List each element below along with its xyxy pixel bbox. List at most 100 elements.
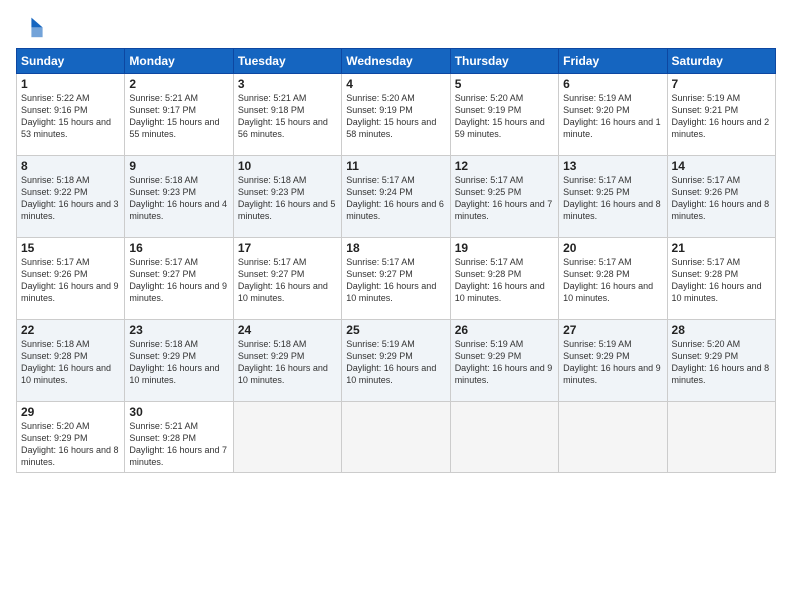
calendar-cell xyxy=(559,402,667,473)
calendar-week-row: 1Sunrise: 5:22 AMSunset: 9:16 PMDaylight… xyxy=(17,74,776,156)
header xyxy=(16,12,776,40)
calendar-cell: 13Sunrise: 5:17 AMSunset: 9:25 PMDayligh… xyxy=(559,156,667,238)
calendar-cell: 4Sunrise: 5:20 AMSunset: 9:19 PMDaylight… xyxy=(342,74,450,156)
calendar-cell: 5Sunrise: 5:20 AMSunset: 9:19 PMDaylight… xyxy=(450,74,558,156)
weekday-header: Friday xyxy=(559,49,667,74)
calendar-cell: 12Sunrise: 5:17 AMSunset: 9:25 PMDayligh… xyxy=(450,156,558,238)
day-number: 19 xyxy=(455,241,554,255)
calendar-cell: 8Sunrise: 5:18 AMSunset: 9:22 PMDaylight… xyxy=(17,156,125,238)
calendar-cell: 21Sunrise: 5:17 AMSunset: 9:28 PMDayligh… xyxy=(667,238,775,320)
calendar-week-row: 15Sunrise: 5:17 AMSunset: 9:26 PMDayligh… xyxy=(17,238,776,320)
calendar-cell: 3Sunrise: 5:21 AMSunset: 9:18 PMDaylight… xyxy=(233,74,341,156)
calendar-week-row: 22Sunrise: 5:18 AMSunset: 9:28 PMDayligh… xyxy=(17,320,776,402)
calendar-cell: 6Sunrise: 5:19 AMSunset: 9:20 PMDaylight… xyxy=(559,74,667,156)
calendar-cell: 27Sunrise: 5:19 AMSunset: 9:29 PMDayligh… xyxy=(559,320,667,402)
day-number: 13 xyxy=(563,159,662,173)
day-info: Sunrise: 5:17 AMSunset: 9:25 PMDaylight:… xyxy=(563,174,662,223)
calendar-cell: 29Sunrise: 5:20 AMSunset: 9:29 PMDayligh… xyxy=(17,402,125,473)
day-info: Sunrise: 5:19 AMSunset: 9:29 PMDaylight:… xyxy=(346,338,445,387)
day-number: 17 xyxy=(238,241,337,255)
day-info: Sunrise: 5:17 AMSunset: 9:28 PMDaylight:… xyxy=(563,256,662,305)
day-number: 8 xyxy=(21,159,120,173)
day-info: Sunrise: 5:21 AMSunset: 9:28 PMDaylight:… xyxy=(129,420,228,469)
day-number: 26 xyxy=(455,323,554,337)
day-number: 1 xyxy=(21,77,120,91)
day-number: 6 xyxy=(563,77,662,91)
day-number: 9 xyxy=(129,159,228,173)
calendar-cell xyxy=(450,402,558,473)
day-info: Sunrise: 5:17 AMSunset: 9:26 PMDaylight:… xyxy=(672,174,771,223)
day-info: Sunrise: 5:18 AMSunset: 9:29 PMDaylight:… xyxy=(129,338,228,387)
calendar-cell: 17Sunrise: 5:17 AMSunset: 9:27 PMDayligh… xyxy=(233,238,341,320)
weekday-header: Thursday xyxy=(450,49,558,74)
day-number: 16 xyxy=(129,241,228,255)
weekday-header-row: SundayMondayTuesdayWednesdayThursdayFrid… xyxy=(17,49,776,74)
day-info: Sunrise: 5:17 AMSunset: 9:27 PMDaylight:… xyxy=(129,256,228,305)
calendar-cell: 28Sunrise: 5:20 AMSunset: 9:29 PMDayligh… xyxy=(667,320,775,402)
day-info: Sunrise: 5:19 AMSunset: 9:29 PMDaylight:… xyxy=(563,338,662,387)
weekday-header: Sunday xyxy=(17,49,125,74)
day-number: 29 xyxy=(21,405,120,419)
calendar-cell xyxy=(667,402,775,473)
day-number: 28 xyxy=(672,323,771,337)
day-info: Sunrise: 5:17 AMSunset: 9:24 PMDaylight:… xyxy=(346,174,445,223)
calendar-cell: 16Sunrise: 5:17 AMSunset: 9:27 PMDayligh… xyxy=(125,238,233,320)
calendar-cell xyxy=(342,402,450,473)
day-info: Sunrise: 5:17 AMSunset: 9:26 PMDaylight:… xyxy=(21,256,120,305)
day-info: Sunrise: 5:17 AMSunset: 9:28 PMDaylight:… xyxy=(672,256,771,305)
day-number: 4 xyxy=(346,77,445,91)
day-number: 10 xyxy=(238,159,337,173)
day-number: 21 xyxy=(672,241,771,255)
day-info: Sunrise: 5:17 AMSunset: 9:27 PMDaylight:… xyxy=(238,256,337,305)
day-info: Sunrise: 5:19 AMSunset: 9:29 PMDaylight:… xyxy=(455,338,554,387)
weekday-header: Monday xyxy=(125,49,233,74)
day-number: 25 xyxy=(346,323,445,337)
calendar-cell: 11Sunrise: 5:17 AMSunset: 9:24 PMDayligh… xyxy=(342,156,450,238)
calendar-cell: 24Sunrise: 5:18 AMSunset: 9:29 PMDayligh… xyxy=(233,320,341,402)
day-info: Sunrise: 5:19 AMSunset: 9:21 PMDaylight:… xyxy=(672,92,771,141)
day-info: Sunrise: 5:17 AMSunset: 9:28 PMDaylight:… xyxy=(455,256,554,305)
calendar-week-row: 29Sunrise: 5:20 AMSunset: 9:29 PMDayligh… xyxy=(17,402,776,473)
day-number: 11 xyxy=(346,159,445,173)
calendar-cell: 2Sunrise: 5:21 AMSunset: 9:17 PMDaylight… xyxy=(125,74,233,156)
day-number: 3 xyxy=(238,77,337,91)
day-number: 5 xyxy=(455,77,554,91)
calendar-cell: 18Sunrise: 5:17 AMSunset: 9:27 PMDayligh… xyxy=(342,238,450,320)
day-number: 30 xyxy=(129,405,228,419)
calendar-cell: 14Sunrise: 5:17 AMSunset: 9:26 PMDayligh… xyxy=(667,156,775,238)
calendar-cell: 9Sunrise: 5:18 AMSunset: 9:23 PMDaylight… xyxy=(125,156,233,238)
logo-icon xyxy=(16,12,44,40)
day-number: 14 xyxy=(672,159,771,173)
day-info: Sunrise: 5:21 AMSunset: 9:18 PMDaylight:… xyxy=(238,92,337,141)
calendar-cell: 19Sunrise: 5:17 AMSunset: 9:28 PMDayligh… xyxy=(450,238,558,320)
calendar-cell: 25Sunrise: 5:19 AMSunset: 9:29 PMDayligh… xyxy=(342,320,450,402)
calendar-cell: 30Sunrise: 5:21 AMSunset: 9:28 PMDayligh… xyxy=(125,402,233,473)
calendar-cell: 20Sunrise: 5:17 AMSunset: 9:28 PMDayligh… xyxy=(559,238,667,320)
day-number: 7 xyxy=(672,77,771,91)
day-number: 20 xyxy=(563,241,662,255)
weekday-header: Wednesday xyxy=(342,49,450,74)
day-number: 22 xyxy=(21,323,120,337)
calendar-cell: 22Sunrise: 5:18 AMSunset: 9:28 PMDayligh… xyxy=(17,320,125,402)
calendar-cell: 7Sunrise: 5:19 AMSunset: 9:21 PMDaylight… xyxy=(667,74,775,156)
day-info: Sunrise: 5:18 AMSunset: 9:29 PMDaylight:… xyxy=(238,338,337,387)
calendar-cell: 26Sunrise: 5:19 AMSunset: 9:29 PMDayligh… xyxy=(450,320,558,402)
day-info: Sunrise: 5:20 AMSunset: 9:19 PMDaylight:… xyxy=(346,92,445,141)
day-info: Sunrise: 5:20 AMSunset: 9:29 PMDaylight:… xyxy=(21,420,120,469)
calendar-cell: 15Sunrise: 5:17 AMSunset: 9:26 PMDayligh… xyxy=(17,238,125,320)
day-number: 2 xyxy=(129,77,228,91)
calendar: SundayMondayTuesdayWednesdayThursdayFrid… xyxy=(16,48,776,473)
weekday-header: Saturday xyxy=(667,49,775,74)
day-number: 23 xyxy=(129,323,228,337)
page: SundayMondayTuesdayWednesdayThursdayFrid… xyxy=(0,0,792,612)
logo xyxy=(16,12,48,40)
day-info: Sunrise: 5:19 AMSunset: 9:20 PMDaylight:… xyxy=(563,92,662,141)
calendar-cell xyxy=(233,402,341,473)
calendar-cell: 1Sunrise: 5:22 AMSunset: 9:16 PMDaylight… xyxy=(17,74,125,156)
day-info: Sunrise: 5:22 AMSunset: 9:16 PMDaylight:… xyxy=(21,92,120,141)
day-number: 27 xyxy=(563,323,662,337)
day-info: Sunrise: 5:17 AMSunset: 9:25 PMDaylight:… xyxy=(455,174,554,223)
day-number: 15 xyxy=(21,241,120,255)
day-info: Sunrise: 5:18 AMSunset: 9:28 PMDaylight:… xyxy=(21,338,120,387)
calendar-week-row: 8Sunrise: 5:18 AMSunset: 9:22 PMDaylight… xyxy=(17,156,776,238)
